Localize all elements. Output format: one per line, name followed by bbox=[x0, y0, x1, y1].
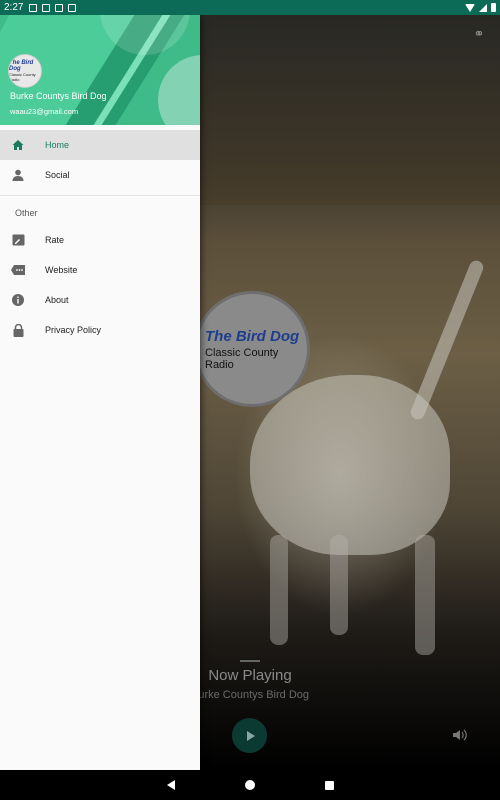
drawer-title: Burke Countys Bird Dog bbox=[10, 91, 107, 101]
play-icon bbox=[246, 730, 255, 741]
station-logo-title: The Bird Dog bbox=[205, 327, 300, 345]
status-right-icons bbox=[465, 3, 496, 12]
website-icon bbox=[11, 263, 25, 277]
status-bar: 2:27 bbox=[0, 0, 500, 15]
drawer-header: The Bird Dog Classic County Radio Burke … bbox=[0, 15, 200, 125]
drawer-email: waau23@gmail.com bbox=[10, 107, 79, 116]
share-icon[interactable]: ⚭ bbox=[472, 27, 486, 41]
menu-divider bbox=[0, 195, 200, 196]
background-dog-leg bbox=[270, 535, 288, 645]
sim-icon-2 bbox=[68, 3, 77, 12]
avatar: The Bird Dog Classic County Radio bbox=[8, 54, 42, 88]
menu-item-label: Social bbox=[45, 170, 70, 180]
status-time: 2:27 bbox=[4, 2, 24, 13]
wifi-icon bbox=[465, 3, 475, 12]
avatar-line1: The Bird Dog bbox=[9, 60, 34, 72]
navigation-drawer: The Bird Dog Classic County Radio Burke … bbox=[0, 15, 200, 770]
battery-icon bbox=[491, 3, 496, 12]
lock-icon bbox=[11, 323, 25, 337]
menu-item-social[interactable]: Social bbox=[0, 160, 200, 190]
section-label-other: Other bbox=[15, 208, 38, 218]
drawer-menu: Home Social Other Rate Website About Pri… bbox=[0, 130, 200, 345]
avatar-line2: Classic County Radio bbox=[9, 72, 36, 82]
rate-icon bbox=[11, 233, 25, 247]
menu-item-rate[interactable]: Rate bbox=[0, 225, 200, 255]
background-dog-leg bbox=[330, 535, 348, 635]
info-icon bbox=[11, 293, 25, 307]
volume-icon[interactable] bbox=[452, 728, 468, 742]
menu-item-home[interactable]: Home bbox=[0, 130, 200, 160]
sim-icon bbox=[55, 3, 64, 12]
person-icon bbox=[11, 168, 25, 182]
background-dog-leg bbox=[415, 535, 435, 655]
home-icon bbox=[11, 138, 25, 152]
menu-item-website[interactable]: Website bbox=[0, 255, 200, 285]
back-icon[interactable] bbox=[166, 780, 175, 790]
station-logo: The Bird Dog Classic County Radio bbox=[194, 291, 310, 407]
sd-card-icon bbox=[42, 3, 51, 12]
menu-item-about[interactable]: About bbox=[0, 285, 200, 315]
cast-icon bbox=[29, 3, 38, 12]
system-nav-bar bbox=[0, 770, 500, 800]
background-dog bbox=[250, 375, 450, 555]
drag-handle[interactable] bbox=[240, 660, 260, 662]
menu-item-label: About bbox=[45, 295, 69, 305]
station-logo-subtitle: Classic County Radio bbox=[205, 346, 279, 371]
menu-item-label: Privacy Policy bbox=[45, 325, 102, 335]
header-decoration bbox=[158, 55, 200, 125]
recent-apps-icon[interactable] bbox=[324, 780, 334, 790]
home-nav-icon[interactable] bbox=[244, 780, 255, 790]
menu-item-privacy-policy[interactable]: Privacy Policy bbox=[0, 315, 200, 345]
cell-signal-icon bbox=[479, 3, 487, 12]
play-button[interactable] bbox=[232, 718, 267, 753]
menu-item-label: Website bbox=[45, 265, 78, 275]
menu-item-label: Rate bbox=[45, 235, 65, 245]
menu-item-label: Home bbox=[45, 140, 70, 150]
background-trees bbox=[200, 15, 500, 205]
